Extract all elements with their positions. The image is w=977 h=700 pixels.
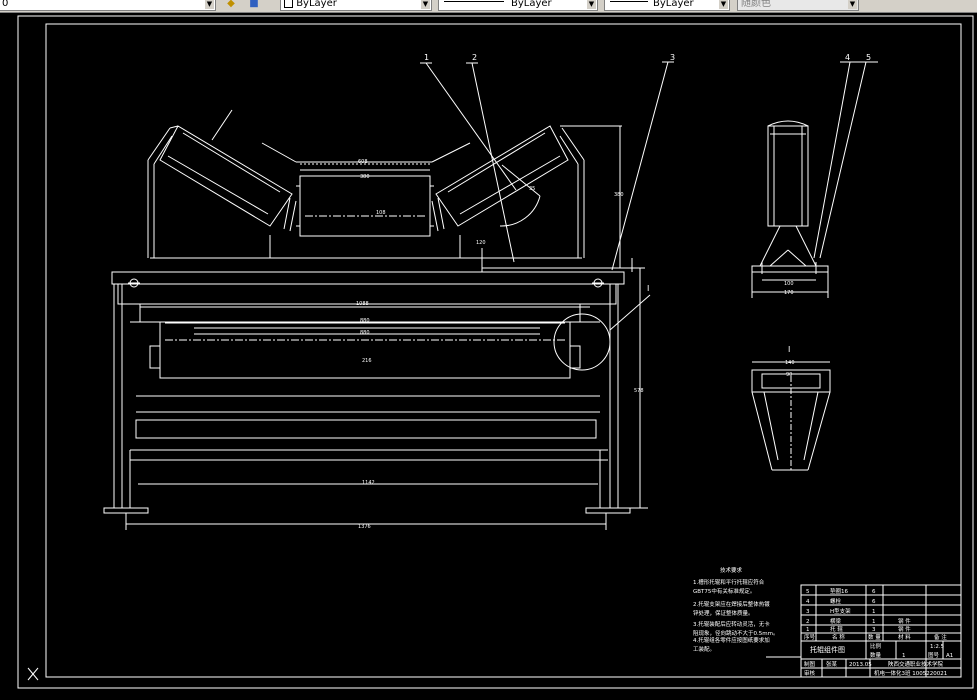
check-label: 审核 bbox=[804, 669, 816, 677]
chevron-down-icon: ▼ bbox=[421, 0, 430, 9]
chevron-down-icon: ▼ bbox=[848, 0, 857, 9]
dim-roller-angle: 35 bbox=[529, 186, 535, 192]
bom-qty: 3 bbox=[872, 627, 876, 633]
bom-name: 螺栓 bbox=[830, 597, 842, 605]
chevron-down-icon: ▼ bbox=[205, 0, 214, 9]
bom-qty: 6 bbox=[872, 599, 876, 605]
bom-header: 名 称 bbox=[832, 633, 845, 641]
bom-name: 垫圈16 bbox=[830, 587, 848, 595]
drawn-label: 制图 bbox=[804, 660, 816, 668]
bom-seq: 4 bbox=[806, 599, 810, 605]
linetype-dropdown[interactable]: ByLayer ▼ bbox=[438, 0, 598, 11]
scale-label: 比例 bbox=[870, 642, 882, 650]
dim-base-width: 1142 bbox=[362, 480, 375, 486]
bom-seq: 5 bbox=[806, 589, 810, 595]
balloon-1: 1 bbox=[424, 53, 429, 62]
balloon-5: 5 bbox=[866, 53, 871, 62]
lineweight-dropdown[interactable]: ByLayer ▼ bbox=[604, 0, 730, 11]
bom-qty: 6 bbox=[872, 589, 876, 595]
dim-small: 120 bbox=[476, 240, 486, 246]
plotstyle-dropdown[interactable]: 随颜色 ▼ bbox=[737, 0, 859, 11]
scale-value: 1:2.5 bbox=[930, 644, 945, 650]
layer-previous-icon[interactable]: ◆ bbox=[224, 0, 238, 10]
front-view bbox=[103, 61, 674, 530]
bom-header: 序号 bbox=[804, 633, 816, 641]
chevron-down-icon: ▼ bbox=[587, 0, 596, 9]
note-line: 1.槽形托辊和平行托辊应符合 bbox=[693, 578, 765, 586]
note-line: 4.托辊组各零件应按图纸要求加 bbox=[693, 636, 770, 644]
bom-seq: 2 bbox=[806, 619, 810, 625]
bom-header: 备 注 bbox=[934, 633, 947, 641]
class-info: 机电一体化3班 1005220021 bbox=[874, 669, 947, 677]
outer-border bbox=[17, 15, 974, 689]
dim-beam-depth: 216 bbox=[362, 358, 372, 364]
dim-overall-height: 578 bbox=[634, 388, 644, 394]
bom-material: 钢 件 bbox=[898, 625, 911, 633]
bom-header: 材 料 bbox=[898, 633, 911, 641]
bom-qty: 1 bbox=[872, 609, 876, 615]
color-dropdown-value: ByLayer bbox=[296, 0, 337, 9]
dim-top-width: 608 bbox=[358, 159, 368, 165]
note-line: GBT75中有关标准规定。 bbox=[693, 587, 755, 595]
bom-qty: 1 bbox=[872, 619, 876, 625]
drawing-svg: 1 2 3 4 5 I I 608 380 108 35 380 120 108… bbox=[17, 15, 974, 689]
detail-callout-label: I bbox=[647, 284, 649, 293]
lineweight-sample-icon bbox=[610, 1, 648, 2]
qty-label: 数量 bbox=[870, 651, 882, 659]
dim-center-roller-len: 380 bbox=[360, 174, 370, 180]
detail-view bbox=[751, 361, 831, 471]
color-dropdown[interactable]: ByLayer ▼ bbox=[280, 0, 432, 11]
bom-name: H型支架 bbox=[830, 607, 851, 615]
balloon-3: 3 bbox=[670, 53, 675, 62]
school-name: 陕西交通职业技术学院 bbox=[888, 660, 944, 668]
dim-height-top: 380 bbox=[614, 192, 624, 198]
side-view bbox=[751, 61, 878, 298]
color-swatch-icon bbox=[284, 0, 293, 8]
sheet-value: A1 bbox=[946, 653, 953, 659]
balloon-2: 2 bbox=[472, 53, 477, 62]
bom-material: 钢 件 bbox=[898, 617, 911, 625]
dim-overall-width: 1376 bbox=[358, 524, 371, 530]
sheet-label: 图号 bbox=[928, 651, 940, 659]
note-line: 阻现象，径向跳动不大于0.5mm。 bbox=[693, 629, 778, 637]
dim-beam-width: 1088 bbox=[356, 301, 369, 307]
balloon-4: 4 bbox=[845, 53, 850, 62]
drawn-date: 2013.05 bbox=[849, 662, 872, 668]
drawing-name: 托辊组件图 bbox=[810, 645, 845, 654]
note-line: 锌处理，保证整体质量。 bbox=[693, 609, 754, 617]
bom-seq: 3 bbox=[806, 609, 810, 615]
inner-border bbox=[45, 23, 962, 678]
linetype-dropdown-value: ByLayer bbox=[511, 0, 552, 9]
chevron-down-icon: ▼ bbox=[719, 0, 728, 9]
linetype-sample-icon bbox=[444, 1, 504, 2]
dim-side-base-2: 170 bbox=[784, 290, 794, 296]
drawn-name: 张某 bbox=[826, 660, 838, 668]
bom-header: 数 量 bbox=[868, 633, 881, 641]
notes-title: 技术要求 bbox=[720, 566, 743, 574]
detail-view-label: I bbox=[788, 345, 790, 354]
dim-beam-inner-1: 880 bbox=[360, 318, 370, 324]
dim-side-base-1: 100 bbox=[784, 281, 794, 287]
lineweight-dropdown-value: ByLayer bbox=[653, 0, 694, 9]
dim-center-roller-dia: 108 bbox=[376, 210, 386, 216]
layer-dropdown-value: 0 bbox=[2, 0, 9, 9]
plotstyle-dropdown-value: 随颜色 bbox=[741, 0, 771, 9]
dim-detail-top: 140 bbox=[785, 360, 795, 366]
qty-value: 1 bbox=[902, 653, 906, 659]
dim-detail-inner: 90 bbox=[786, 372, 792, 378]
properties-toolbar: 0 ▼ ◆ ■ ByLayer ▼ ByLayer ▼ ByLayer ▼ 随颜… bbox=[0, 0, 977, 13]
technical-notes: 技术要求 1.槽形托辊和平行托辊应符合 GBT75中有关标准规定。 2.托辊支架… bbox=[693, 566, 778, 653]
layer-dropdown[interactable]: 0 ▼ bbox=[0, 0, 216, 11]
dim-beam-inner-2: 880 bbox=[360, 330, 370, 336]
note-line: 工装配。 bbox=[693, 645, 715, 653]
bom-seq: 1 bbox=[806, 627, 810, 633]
bom-name: 托 辊 bbox=[830, 625, 843, 633]
note-line: 2.托辊支架应在焊接后整体热镀 bbox=[693, 600, 770, 608]
note-line: 3.托辊装配后应转动灵活，无卡 bbox=[693, 620, 770, 628]
layer-states-icon[interactable]: ■ bbox=[247, 0, 261, 10]
bom-name: 横梁 bbox=[830, 617, 842, 625]
model-space-canvas[interactable]: 1 2 3 4 5 I I 608 380 108 35 380 120 108… bbox=[0, 13, 977, 696]
